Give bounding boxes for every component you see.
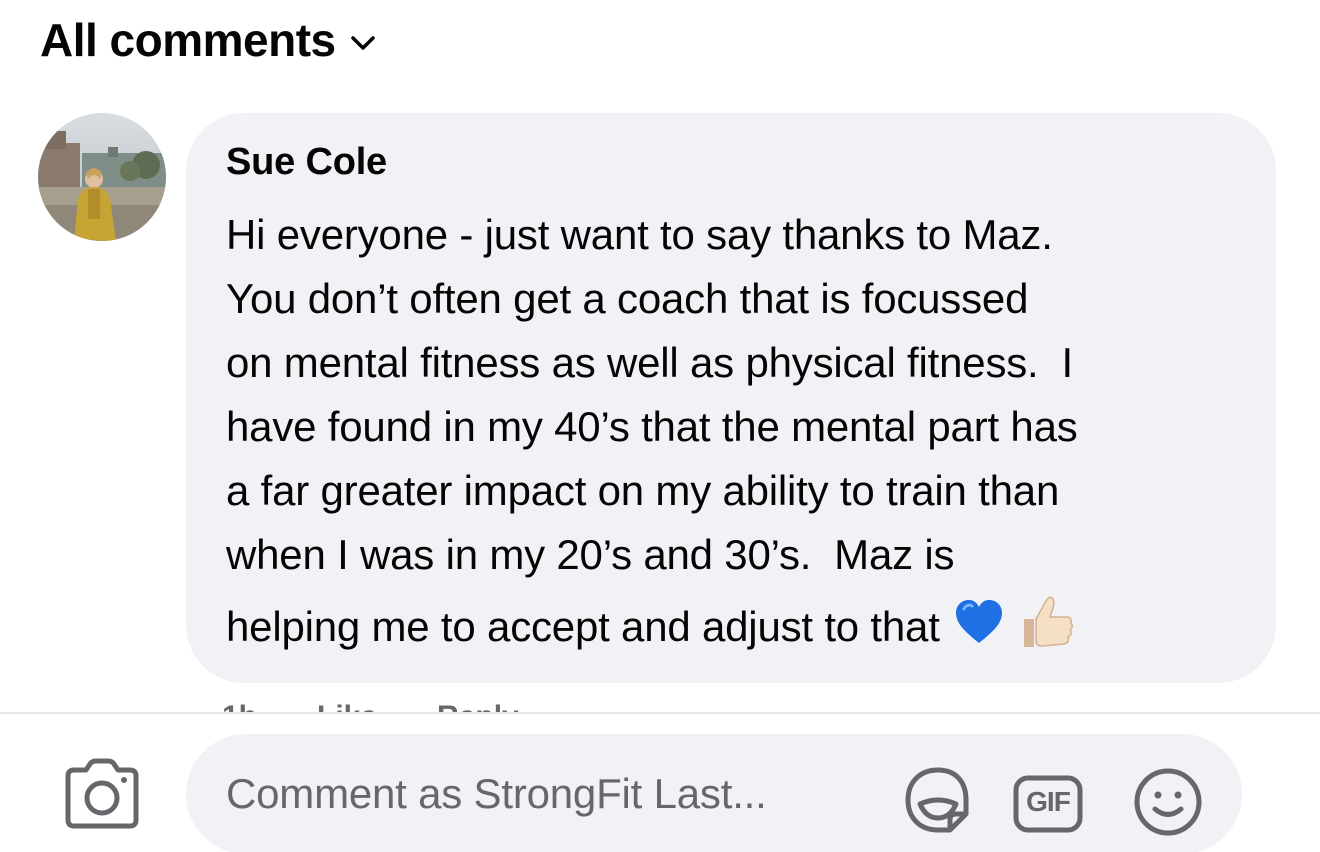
- thumbs-up-icon: [1018, 593, 1076, 661]
- gif-label: GIF: [1026, 786, 1071, 817]
- avatar[interactable]: [38, 113, 166, 241]
- camera-icon[interactable]: [62, 758, 142, 830]
- chevron-down-icon: [350, 36, 375, 50]
- like-button[interactable]: Like: [317, 700, 377, 712]
- comment-author-name[interactable]: Sue Cole: [226, 141, 387, 184]
- comment-text: Hi everyone - just want to say thanks to…: [226, 211, 1078, 578]
- comment-bubble: Sue Cole Hi everyone - just want to say …: [186, 113, 1276, 683]
- blue-heart-icon: [954, 599, 1004, 655]
- comment-input[interactable]: Comment as StrongFit Last... GIF: [186, 734, 1242, 852]
- comment-filter-dropdown[interactable]: All comments: [40, 12, 376, 68]
- comment-time: 1h: [222, 700, 257, 712]
- comment-filter-label: All comments: [40, 14, 336, 66]
- gif-button[interactable]: GIF: [1012, 768, 1084, 840]
- comment-actions: 1h Like Reply: [222, 700, 822, 712]
- comments-screen: All comments Sue Cole Hi everyone - just…: [0, 0, 1320, 852]
- comment-input-placeholder: Comment as StrongFit Last...: [226, 770, 767, 817]
- comment-text-last-line: helping me to accept and adjust to that: [226, 603, 940, 650]
- comment-last-line: helping me to accept and adjust to that: [226, 591, 1076, 663]
- smiley-icon[interactable]: [1130, 764, 1206, 840]
- sticker-icon[interactable]: [900, 764, 976, 840]
- profile-photo-icon: [38, 113, 166, 241]
- reply-button[interactable]: Reply: [437, 700, 519, 712]
- comment-composer: Comment as StrongFit Last... GIF: [0, 712, 1320, 852]
